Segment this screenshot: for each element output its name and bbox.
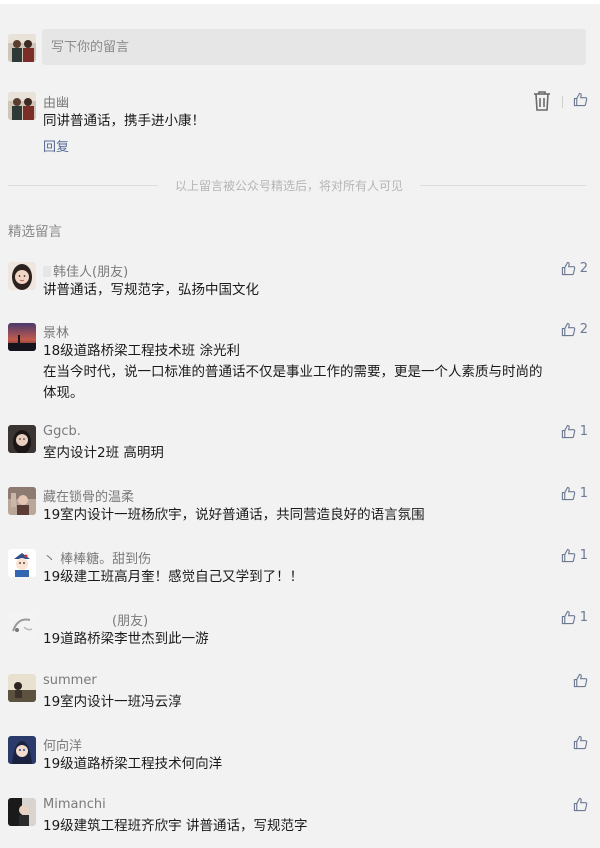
comment-text: 19级建工班高月奎！感觉自己又学到了！！ xyxy=(43,569,304,585)
like-count: 2 xyxy=(579,322,588,337)
comment-avatar xyxy=(8,611,36,639)
comment-avatar xyxy=(8,323,36,351)
divider-line xyxy=(420,185,586,186)
divider-line xyxy=(8,185,158,186)
commenter-name: 景林 xyxy=(43,326,70,341)
commenter-name: 藏在锁骨的温柔 xyxy=(43,490,135,505)
reply-link[interactable]: 回复 xyxy=(43,136,69,155)
like-count: 1 xyxy=(579,486,588,501)
thumbs-up-icon xyxy=(573,735,588,750)
top-strip xyxy=(0,0,600,4)
commenter-name: Ggcb. xyxy=(43,424,81,439)
like-button[interactable]: 2 xyxy=(561,261,588,276)
like-button[interactable]: 1 xyxy=(561,486,588,501)
comment-avatar xyxy=(8,549,36,577)
like-button[interactable] xyxy=(573,673,588,688)
comment-avatar xyxy=(8,798,36,826)
commenter-name: 韩佳人(朋友) xyxy=(43,261,128,280)
comment-text: 19级道路桥梁工程技术何向洋 xyxy=(43,756,223,772)
like-count: 2 xyxy=(579,261,588,276)
comment-text: 室内设计2班 高明玥 xyxy=(43,445,164,461)
trash-icon[interactable] xyxy=(532,90,552,112)
notice-text: 以上留言被公众号精选后，将对所有人可见 xyxy=(174,179,403,193)
like-button[interactable]: 2 xyxy=(561,322,588,337)
like-button[interactable]: 1 xyxy=(561,424,588,439)
like-count: 1 xyxy=(579,610,588,625)
like-button[interactable] xyxy=(573,92,588,107)
like-count: 1 xyxy=(579,548,588,563)
action-separator xyxy=(562,96,563,108)
thumbs-up-icon xyxy=(561,322,576,337)
section-title: 精选留言 xyxy=(8,224,62,240)
commenter-name: 由幽 xyxy=(43,96,70,111)
comment-avatar xyxy=(8,736,36,764)
comment-text: 同讲普通话，携手进小康！ xyxy=(43,113,205,129)
thumbs-up-icon xyxy=(561,610,576,625)
comment-avatar xyxy=(8,92,36,120)
like-button[interactable] xyxy=(573,797,588,812)
comment-text: 19道路桥梁李世杰到此一游 xyxy=(43,631,209,647)
comment-text: 19级建筑工程班齐欣宇 讲普通话，写规范字 xyxy=(43,818,308,834)
thumbs-up-icon xyxy=(561,261,576,276)
thumbs-up-icon xyxy=(561,424,576,439)
thumbs-up-icon xyxy=(573,797,588,812)
comment-input[interactable] xyxy=(42,29,586,65)
commenter-name: 丶 棒棒糖。甜到伤 xyxy=(43,552,152,567)
comment-text: 19室内设计一班杨欣宇，说好普通话，共同营造良好的语言氛围 xyxy=(43,507,425,523)
commenter-name: 何向洋 xyxy=(43,739,83,754)
like-button[interactable]: 1 xyxy=(561,610,588,625)
like-button[interactable] xyxy=(573,735,588,750)
commenter-name: Mimanchi xyxy=(43,797,106,812)
comment-avatar xyxy=(8,425,36,453)
comment-text: 19室内设计一班冯云淳 xyxy=(43,694,182,710)
like-button[interactable]: 1 xyxy=(561,548,588,563)
my-comment: 由幽 同讲普通话，携手进小康！ 回复 xyxy=(0,88,600,160)
thumbs-up-icon xyxy=(561,548,576,563)
thumbs-up-icon xyxy=(573,92,588,107)
thumbs-up-icon xyxy=(573,673,588,688)
compose-row xyxy=(0,28,600,68)
commenter-name: (朋友) xyxy=(112,614,149,629)
selection-notice: 以上留言被公众号精选后，将对所有人可见 xyxy=(8,179,586,193)
like-count: 1 xyxy=(579,424,588,439)
thumbs-up-icon xyxy=(561,486,576,501)
comment-avatar xyxy=(8,262,36,290)
comment-text: 18级道路桥梁工程技术班 涂光利 在当今时代，说一口标准的普通话不仅是事业工作的… xyxy=(43,343,543,401)
comment-avatar xyxy=(8,674,36,702)
commenter-name: summer xyxy=(43,673,97,688)
comment-avatar xyxy=(8,487,36,515)
comment-text: 讲普通话，写规范字，弘扬中国文化 xyxy=(43,282,259,298)
my-avatar xyxy=(8,34,36,62)
